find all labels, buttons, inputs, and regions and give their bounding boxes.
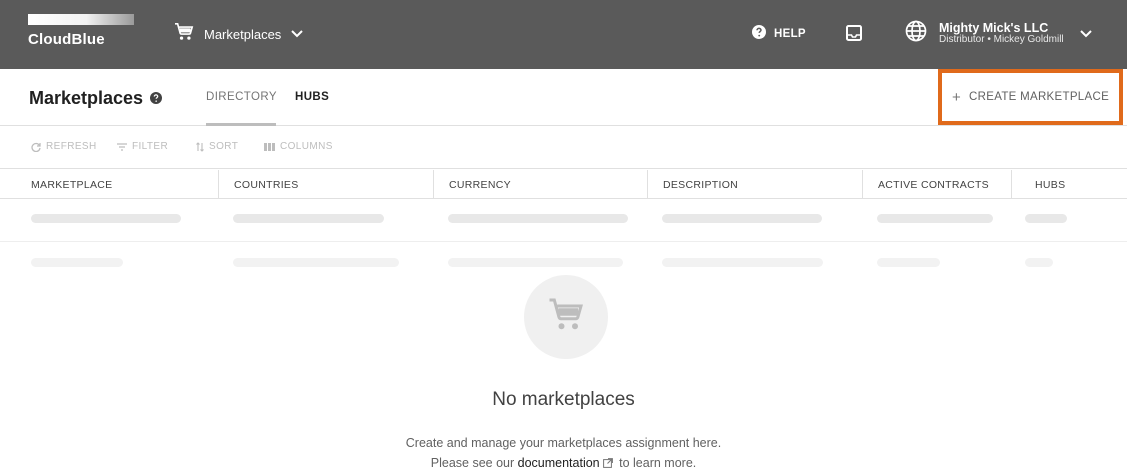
column-header-hubs[interactable]: HUBS [1011,170,1127,199]
chevron-down-icon [1079,25,1092,43]
chevron-down-icon [291,25,304,43]
globe-icon [905,20,927,47]
column-header-countries[interactable]: COUNTRIES [218,170,433,199]
help-icon[interactable] [150,88,163,109]
skeleton-cell [877,214,993,223]
cart-icon [174,22,194,46]
account-role: Distributor • Mickey Goldmill [939,33,1064,45]
line-2-prefix: Please see our [430,456,515,470]
cart-icon [548,298,584,337]
logo[interactable]: CloudBlue [28,12,138,56]
columns-icon [264,142,275,151]
page-header: Marketplaces DIRECTORY HUBS + CREATE MAR… [0,69,1127,126]
skeleton-cell [1025,258,1053,267]
logo-bar [28,14,134,25]
filter-label: FILTER [132,141,169,152]
logo-text: CloudBlue [28,31,105,48]
create-marketplace-label: CREATE MARKETPLACE [969,91,1110,103]
help-button[interactable]: HELP [752,25,806,42]
columns-label: COLUMNS [280,141,333,152]
active-tab-indicator [206,123,276,126]
line-2-suffix: to learn more. [619,456,697,470]
empty-state-title: No marketplaces [492,389,635,410]
sort-label: SORT [209,141,239,152]
skeleton-cell [233,214,384,223]
external-link-icon[interactable] [602,454,613,471]
account-switcher[interactable]: Mighty Mick's LLC Distributor • Mickey G… [905,20,1092,47]
column-header-marketplace[interactable]: MARKETPLACE [0,170,218,199]
column-header-active-contracts[interactable]: ACTIVE CONTRACTS [862,170,1011,199]
help-label: HELP [774,27,806,40]
skeleton-cell [662,258,823,267]
table-header: MARKETPLACE COUNTRIES CURRENCY DESCRIPTI… [0,170,1127,199]
page-title: Marketplaces [29,88,163,109]
filter-button[interactable]: FILTER [117,141,168,152]
skeleton-cell [31,214,181,223]
skeleton-cell [31,258,123,267]
documentation-link[interactable]: documentation [518,456,600,470]
refresh-button[interactable]: REFRESH [31,141,97,152]
skeleton-cell [662,214,822,223]
column-header-description[interactable]: DESCRIPTION [647,170,862,199]
empty-state-description: Create and manage your marketplaces assi… [0,433,1127,471]
help-icon [752,25,766,42]
page-title-text: Marketplaces [29,88,144,108]
top-bar: CloudBlue Marketplaces HELP Mighty Mick'… [0,0,1127,69]
account-names: Mighty Mick's LLC Distributor • Mickey G… [939,20,1064,46]
filter-icon [117,142,127,151]
account-name: Mighty Mick's LLC [939,20,1049,35]
module-label: Marketplaces [204,26,282,42]
sort-button[interactable]: SORT [196,141,238,152]
plus-icon: + [951,88,962,106]
tab-hubs[interactable]: HUBS [295,91,329,103]
empty-state-line-1: Create and manage your marketplaces assi… [405,436,722,450]
table-row [0,199,1127,242]
table-toolbar: REFRESH FILTER SORT COLUMNS [0,127,1127,169]
column-header-currency[interactable]: CURRENCY [433,170,647,199]
sort-icon [196,141,204,152]
create-marketplace-button[interactable]: + CREATE MARKETPLACE [938,69,1123,125]
skeleton-cell [1025,214,1067,223]
tab-directory[interactable]: DIRECTORY [206,91,277,103]
skeleton-cell [448,258,623,267]
refresh-icon [31,142,41,152]
empty-state-illustration [524,275,608,359]
module-switcher[interactable]: Marketplaces [174,22,304,46]
inbox-icon [846,25,862,45]
refresh-label: REFRESH [46,141,97,152]
columns-button[interactable]: COLUMNS [264,141,333,152]
inbox-button[interactable] [846,25,862,46]
skeleton-cell [233,258,399,267]
skeleton-cell [448,214,628,223]
skeleton-cell [877,258,940,267]
empty-state-line-2: Please see our documentation to learn mo… [0,453,1127,471]
